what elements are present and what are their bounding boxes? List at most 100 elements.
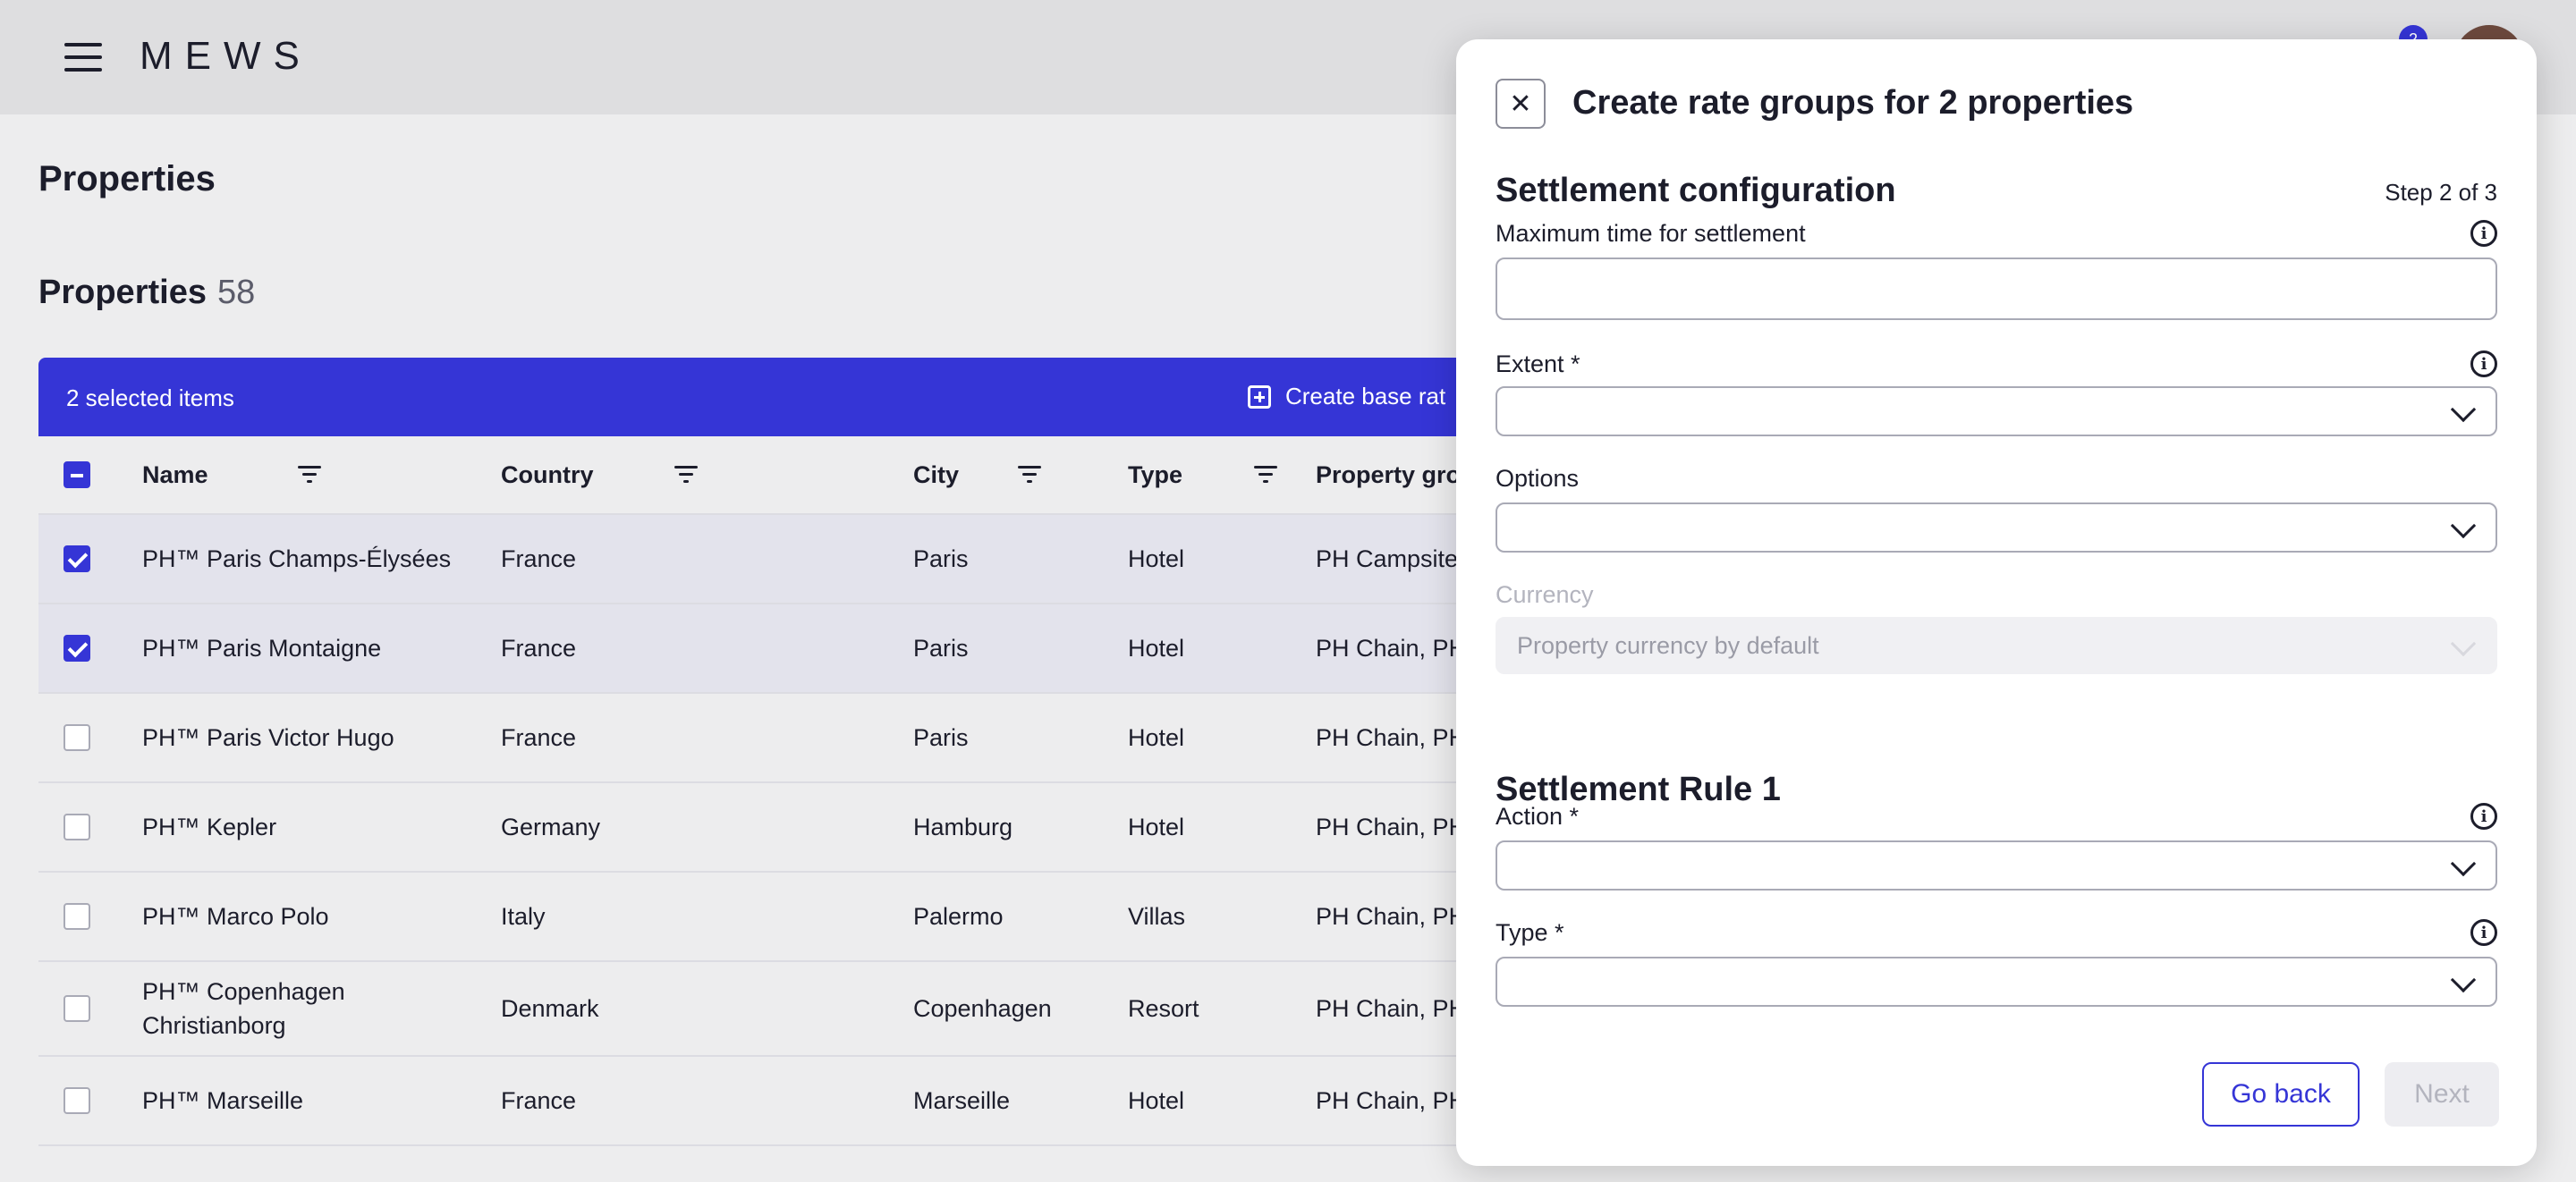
- cell-country: Germany: [501, 813, 601, 840]
- cell-property-group: PH Chain, PH: [1316, 723, 1467, 751]
- table-row[interactable]: PH™ Kepler Germany Hamburg Hotel PH Chai…: [38, 783, 1505, 873]
- cell-name: PH™ Marco Polo: [142, 902, 329, 930]
- cell-city: Paris: [913, 634, 969, 662]
- chevron-down-icon: [2450, 396, 2477, 423]
- filter-name-icon[interactable]: [297, 466, 321, 484]
- table-row[interactable]: PH™ Marco Polo Italy Palermo Villas PH C…: [38, 873, 1505, 962]
- cell-country: France: [501, 545, 577, 572]
- cell-property-group: PH Chain, PH: [1316, 994, 1467, 1022]
- extent-label: Extent *: [1496, 350, 1580, 377]
- cell-property-group: PH Chain, PH: [1316, 634, 1467, 662]
- table-row[interactable]: PH™ Paris Montaigne France Paris Hotel P…: [38, 604, 1505, 694]
- cell-country: Italy: [501, 902, 546, 930]
- row-checkbox[interactable]: [64, 1087, 90, 1114]
- header-city[interactable]: City: [913, 461, 959, 489]
- dialog-title: Create rate groups for 2 properties: [1572, 84, 2134, 122]
- close-button[interactable]: ✕: [1496, 79, 1546, 129]
- row-checkbox[interactable]: [64, 635, 90, 662]
- extent-info-icon[interactable]: i: [2470, 350, 2497, 377]
- close-icon: ✕: [1509, 89, 1532, 119]
- filter-type-icon[interactable]: [1254, 466, 1278, 484]
- section-title: Properties 58: [38, 274, 255, 312]
- create-rate-groups-dialog: ✕ Create rate groups for 2 properties Se…: [1456, 39, 2537, 1166]
- cell-property-group: PH Chain, PH: [1316, 1086, 1467, 1114]
- section-count: 58: [216, 274, 256, 311]
- cell-name: PH™ Marseille: [142, 1086, 304, 1114]
- type-select[interactable]: [1496, 957, 2497, 1007]
- cell-name: PH™ Paris Champs-Élysées: [142, 545, 452, 572]
- max-time-info-icon[interactable]: i: [2470, 220, 2497, 247]
- cell-city: Copenhagen: [913, 994, 1052, 1022]
- cell-type: Hotel: [1128, 723, 1185, 751]
- chevron-down-icon: [2450, 630, 2477, 657]
- create-base-rate-label: Create base rat: [1285, 383, 1446, 409]
- cell-city: Hamburg: [913, 813, 1013, 840]
- currency-value: Property currency by default: [1517, 631, 1819, 659]
- filter-country-icon[interactable]: [674, 466, 698, 484]
- table-row[interactable]: PH™ Marseille France Marseille Hotel PH …: [38, 1057, 1505, 1146]
- row-checkbox[interactable]: [64, 903, 90, 930]
- cell-country: France: [501, 634, 577, 662]
- max-time-label: Maximum time for settlement: [1496, 220, 1806, 247]
- step-indicator: Step 2 of 3: [2385, 179, 2497, 206]
- type-label: Type *: [1496, 919, 1564, 946]
- cell-city: Marseille: [913, 1086, 1011, 1114]
- create-base-rate-button[interactable]: Create base rat: [1248, 383, 1445, 410]
- header-country[interactable]: Country: [501, 461, 594, 489]
- currency-label: Currency: [1496, 581, 1594, 608]
- max-time-input[interactable]: [1496, 258, 2497, 320]
- cell-type: Resort: [1128, 994, 1199, 1022]
- page-title: Properties: [38, 159, 216, 198]
- table-row[interactable]: PH™ Paris Champs-Élysées France Paris Ho…: [38, 515, 1505, 604]
- select-all-checkbox[interactable]: [64, 461, 90, 488]
- action-info-icon[interactable]: i: [2470, 803, 2497, 830]
- row-checkbox[interactable]: [64, 995, 90, 1022]
- hamburger-menu-icon[interactable]: [64, 43, 102, 72]
- type-info-icon[interactable]: i: [2470, 919, 2497, 946]
- cell-city: Paris: [913, 545, 969, 572]
- currency-select: Property currency by default: [1496, 617, 2497, 674]
- header-property-group[interactable]: Property grou: [1316, 461, 1476, 489]
- cell-type: Hotel: [1128, 545, 1185, 572]
- action-select[interactable]: [1496, 840, 2497, 891]
- header-name[interactable]: Name: [142, 461, 208, 489]
- header-type[interactable]: Type: [1128, 461, 1182, 489]
- cell-country: Denmark: [501, 994, 599, 1022]
- row-checkbox[interactable]: [64, 814, 90, 840]
- chevron-down-icon: [2450, 850, 2477, 877]
- next-button[interactable]: Next: [2385, 1062, 2499, 1127]
- cell-property-group: PH Chain, PH: [1316, 813, 1467, 840]
- app-logo: MEWS: [140, 34, 312, 78]
- go-back-button[interactable]: Go back: [2202, 1062, 2360, 1127]
- options-label: Options: [1496, 465, 1580, 492]
- row-checkbox[interactable]: [64, 545, 90, 572]
- row-checkbox[interactable]: [64, 724, 90, 751]
- table-row[interactable]: PH™ Copenhagen Christianborg Denmark Cop…: [38, 962, 1505, 1057]
- selected-items-count: 2 selected items: [66, 384, 234, 411]
- cell-city: Paris: [913, 723, 969, 751]
- cell-property-group: PH Campsite: [1316, 545, 1459, 572]
- chevron-down-icon: [2450, 967, 2477, 993]
- cell-country: France: [501, 1086, 577, 1114]
- cell-property-group: PH Chain, PH: [1316, 902, 1467, 930]
- filter-city-icon[interactable]: [1018, 466, 1042, 484]
- options-select[interactable]: [1496, 502, 2497, 553]
- extent-select[interactable]: [1496, 386, 2497, 436]
- cell-type: Hotel: [1128, 1086, 1185, 1114]
- step-title: Settlement configuration: [1496, 172, 1896, 209]
- cell-type: Hotel: [1128, 634, 1185, 662]
- cell-name: PH™ Paris Victor Hugo: [142, 723, 394, 751]
- cell-type: Hotel: [1128, 813, 1185, 840]
- table-header-row: Name Country City Type Property grou: [38, 436, 1505, 515]
- cell-name: PH™ Copenhagen Christianborg: [142, 978, 345, 1039]
- section-title-label: Properties: [38, 274, 207, 311]
- chevron-down-icon: [2450, 512, 2477, 539]
- table-row[interactable]: PH™ Paris Victor Hugo France Paris Hotel…: [38, 694, 1505, 783]
- action-label: Action *: [1496, 803, 1580, 830]
- cell-name: PH™ Paris Montaigne: [142, 634, 382, 662]
- plus-square-icon: [1248, 384, 1271, 409]
- cell-type: Villas: [1128, 902, 1186, 930]
- cell-name: PH™ Kepler: [142, 813, 277, 840]
- properties-table: Name Country City Type Property grou PH™…: [38, 436, 1505, 1146]
- cell-city: Palermo: [913, 902, 1004, 930]
